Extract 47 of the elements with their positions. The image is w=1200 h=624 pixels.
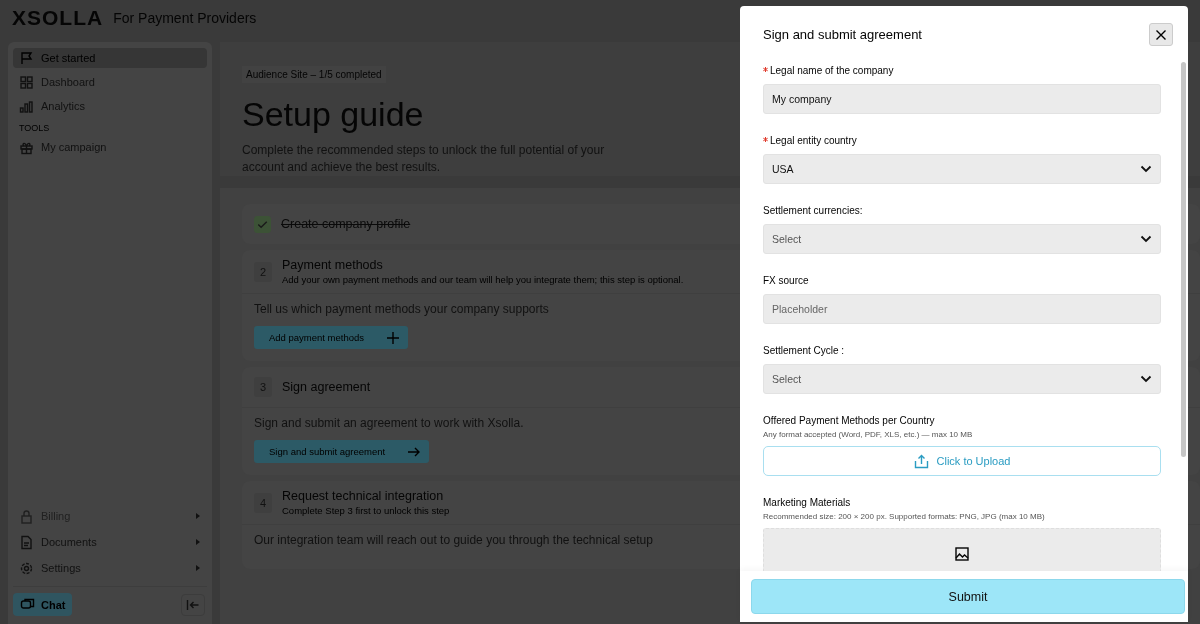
progress-badge: Audience Site – 1/5 completed (242, 66, 386, 83)
select-field[interactable]: Select (763, 224, 1161, 254)
input-field[interactable]: Placeholder (763, 294, 1161, 324)
step-action-button[interactable]: Sign and submit agreement (254, 440, 430, 463)
chat-icon (20, 597, 35, 612)
step-title: Create company profile (281, 217, 411, 231)
plus-icon (386, 330, 401, 345)
field-label: Settlement Cycle : (763, 345, 845, 356)
field-label: Settlement currencies: (763, 205, 863, 216)
page-title: Setup guide (242, 95, 424, 134)
upload-button[interactable]: Click to Upload (763, 446, 1161, 476)
document-icon (19, 534, 34, 550)
field-label: Legal entity country (770, 135, 857, 146)
section-heading: TOOLS (18, 122, 51, 133)
select-field[interactable]: Select (763, 364, 1161, 394)
field-hint: Any format accepted (Word, PDF, XLS, etc.) — max 10 MB (763, 430, 974, 439)
field-label: Marketing Materials (763, 497, 851, 508)
field-label: Offered Payment Methods per Country (763, 415, 935, 426)
gear-icon (19, 560, 34, 576)
chevron-down-icon (1140, 165, 1152, 173)
field-hint: Recommended size: 200 × 200 px. Supported formats: PNG, JPG (max 10 MB) (763, 512, 1046, 521)
submit-button[interactable]: Submit (751, 579, 1185, 614)
chevron-down-icon (1140, 235, 1152, 243)
scrollbar-thumb[interactable] (1181, 62, 1186, 457)
drawer-title: Sign and submit agreement (763, 27, 922, 42)
image-dropzone[interactable] (763, 528, 1161, 571)
step-title: Sign agreement (282, 380, 371, 394)
step-subtitle: Add your own payment methods and our team will help you integrate them; this step is optional. (282, 274, 684, 285)
flag-icon (19, 50, 34, 66)
upload-icon (913, 453, 929, 469)
collapse-icon (186, 598, 200, 611)
grid-icon (19, 74, 34, 90)
chat-button[interactable]: Chat (13, 593, 73, 616)
input-field[interactable]: My company (763, 84, 1161, 114)
step-action-button[interactable]: Add payment methods (254, 326, 409, 349)
chevron-down-icon (1140, 375, 1152, 383)
step-title: Payment methods (282, 258, 384, 272)
collapse-button[interactable] (181, 593, 205, 616)
lock-icon (19, 508, 34, 524)
close-button[interactable] (1149, 23, 1173, 46)
image-icon (955, 547, 969, 561)
step-title: Request technical integration (282, 489, 445, 503)
field-label: Legal name of the company (770, 65, 894, 76)
field-label: FX source (763, 275, 809, 286)
bar-chart-icon (19, 98, 34, 114)
close-icon (1155, 28, 1167, 41)
select-field[interactable]: USA (763, 154, 1161, 184)
